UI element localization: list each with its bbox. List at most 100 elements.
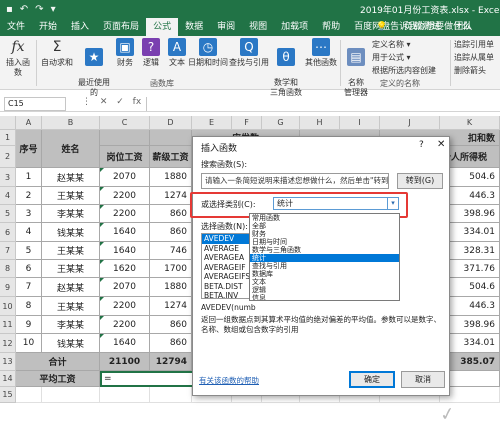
tab-insert[interactable]: 插入 (64, 18, 96, 36)
ok-button[interactable]: 确定 (349, 371, 395, 388)
cell-name[interactable]: 李某某 (42, 205, 100, 223)
formula-bar-icons[interactable]: ⋮ ✕ ✓ fx (82, 97, 141, 107)
cell-seq[interactable]: 2 (16, 187, 42, 205)
cell-salary-pay[interactable]: 1274 (150, 187, 192, 205)
row-header[interactable]: 6 (0, 223, 16, 242)
select-all-corner[interactable] (0, 116, 16, 130)
header-blank[interactable] (100, 130, 150, 146)
cell-seq[interactable]: 1 (16, 168, 42, 187)
create-from-selection-button[interactable]: 根据所选内容创建 (372, 65, 436, 76)
row-header[interactable]: 8 (0, 260, 16, 278)
cell-name[interactable]: 钱某某 (42, 334, 100, 353)
cell-seq[interactable]: 10 (16, 334, 42, 353)
cell-name[interactable]: 王某某 (42, 297, 100, 316)
cell[interactable] (150, 387, 192, 403)
cell-salary-pay[interactable]: 1880 (150, 278, 192, 297)
tab-formulas[interactable]: 公式 (146, 18, 179, 36)
column-header[interactable]: E (192, 116, 232, 130)
name-manager-button[interactable]: ▤ 名称 管理器 (344, 38, 368, 98)
close-icon[interactable]: ✕ (437, 139, 445, 150)
cell-salary-pay[interactable]: 1700 (150, 260, 192, 278)
cell-salary-pay[interactable]: 860 (150, 223, 192, 242)
column-header[interactable]: A (16, 116, 42, 130)
tab-home[interactable]: 开始 (32, 18, 64, 36)
redo-icon[interactable]: ↷ (35, 4, 43, 15)
trace-precedents-button[interactable]: 追踪引用单 (454, 39, 494, 50)
cell-salary-pay[interactable]: 860 (150, 316, 192, 334)
cell-name[interactable]: 王某某 (42, 187, 100, 205)
customize-qat-icon[interactable]: ▾ (51, 4, 56, 15)
cell-post-pay[interactable]: 2200 (100, 297, 150, 316)
total-salary-pay[interactable]: 12794 (150, 353, 192, 371)
autosum-button[interactable]: Σ 自动求和 (40, 38, 74, 68)
header-blank[interactable] (150, 130, 192, 146)
use-in-formula-button[interactable]: 用于公式 ▾ (372, 52, 411, 63)
logical-button[interactable]: ? 逻辑 (140, 38, 162, 68)
category-option[interactable]: 数据库 (250, 270, 399, 278)
cell-seq[interactable]: 7 (16, 278, 42, 297)
cell-post-pay[interactable]: 2070 (100, 278, 150, 297)
cell-name[interactable]: 王某某 (42, 242, 100, 260)
function-help-link[interactable]: 有关该函数的帮助 (199, 375, 259, 386)
tab-page-layout[interactable]: 页面布局 (96, 18, 146, 36)
category-option[interactable]: 逻辑 (250, 286, 399, 294)
cell-seq[interactable]: 4 (16, 223, 42, 242)
formula-input[interactable] (146, 97, 496, 111)
cell-post-pay[interactable]: 1640 (100, 223, 150, 242)
row-header[interactable]: 3 (0, 168, 16, 187)
header-salary-pay[interactable]: 薪级工资 (150, 146, 192, 168)
cell-post-pay[interactable]: 2200 (100, 316, 150, 334)
undo-icon[interactable]: ↶ (20, 4, 28, 15)
total-post-pay[interactable]: 21100 (100, 353, 150, 371)
category-option[interactable]: 常用函数 (250, 214, 399, 222)
header-post-pay[interactable]: 岗位工资 (100, 146, 150, 168)
cell-salary-pay[interactable]: 1880 (150, 168, 192, 187)
category-option[interactable]: 查找与引用 (250, 262, 399, 270)
cell-seq[interactable]: 9 (16, 316, 42, 334)
help-icon[interactable]: ? (419, 140, 424, 150)
more-functions-button[interactable]: ⋯ 其他函数 (304, 38, 338, 68)
row-header[interactable]: 15 (0, 387, 16, 403)
row-header[interactable]: 2 (0, 146, 16, 168)
category-option[interactable]: 信息 (250, 294, 399, 300)
cancel-button[interactable]: 取消 (401, 371, 445, 388)
category-option[interactable]: 全部 (250, 222, 399, 230)
search-function-input[interactable]: 请输入一条简短说明来描述您想做什么，然后单击"转到" (201, 173, 389, 189)
column-header[interactable]: C (100, 116, 150, 130)
row-header[interactable]: 11 (0, 316, 16, 334)
category-option[interactable]: 财务 (250, 230, 399, 238)
row-header[interactable]: 14 (0, 371, 16, 387)
cell-post-pay[interactable]: 2200 (100, 205, 150, 223)
tab-addins[interactable]: 加载项 (274, 18, 315, 36)
column-header[interactable]: F (232, 116, 262, 130)
average-label[interactable]: 平均工资 (16, 371, 100, 387)
category-option[interactable]: 文本 (250, 278, 399, 286)
save-icon[interactable]: ▪ (6, 4, 13, 15)
cell-name[interactable]: 王某某 (42, 260, 100, 278)
cell-name[interactable]: 钱某某 (42, 223, 100, 242)
date-time-button[interactable]: ◷ 日期和时间 (188, 38, 228, 68)
row-header[interactable]: 7 (0, 242, 16, 260)
row-header[interactable]: 4 (0, 187, 16, 205)
tab-file[interactable]: 文件 (0, 18, 32, 36)
trace-dependents-button[interactable]: 追踪从属单 (454, 52, 494, 63)
row-header[interactable]: 10 (0, 297, 16, 316)
cell[interactable] (16, 387, 42, 403)
remove-arrows-button[interactable]: 删除箭头 (454, 65, 486, 76)
cell-name[interactable]: 赵某某 (42, 278, 100, 297)
cell-name[interactable]: 赵某某 (42, 168, 100, 187)
cell-salary-pay[interactable]: 860 (150, 334, 192, 353)
row-header[interactable]: 1 (0, 130, 16, 146)
category-option[interactable]: 日期与时间 (250, 238, 399, 246)
go-button[interactable]: 转到(G) (397, 173, 443, 189)
column-header[interactable]: D (150, 116, 192, 130)
cell-post-pay[interactable]: 1620 (100, 260, 150, 278)
header-seq[interactable]: 序号 (16, 130, 42, 168)
cell-post-pay[interactable]: 2200 (100, 187, 150, 205)
total-label[interactable]: 合计 (16, 353, 100, 371)
column-header[interactable]: J (380, 116, 440, 130)
tell-me-box[interactable]: 💡 告诉我你想要做什么 (376, 18, 471, 36)
cell-seq[interactable]: 8 (16, 297, 42, 316)
row-header[interactable]: 9 (0, 278, 16, 297)
cell-post-pay[interactable]: 2070 (100, 168, 150, 187)
